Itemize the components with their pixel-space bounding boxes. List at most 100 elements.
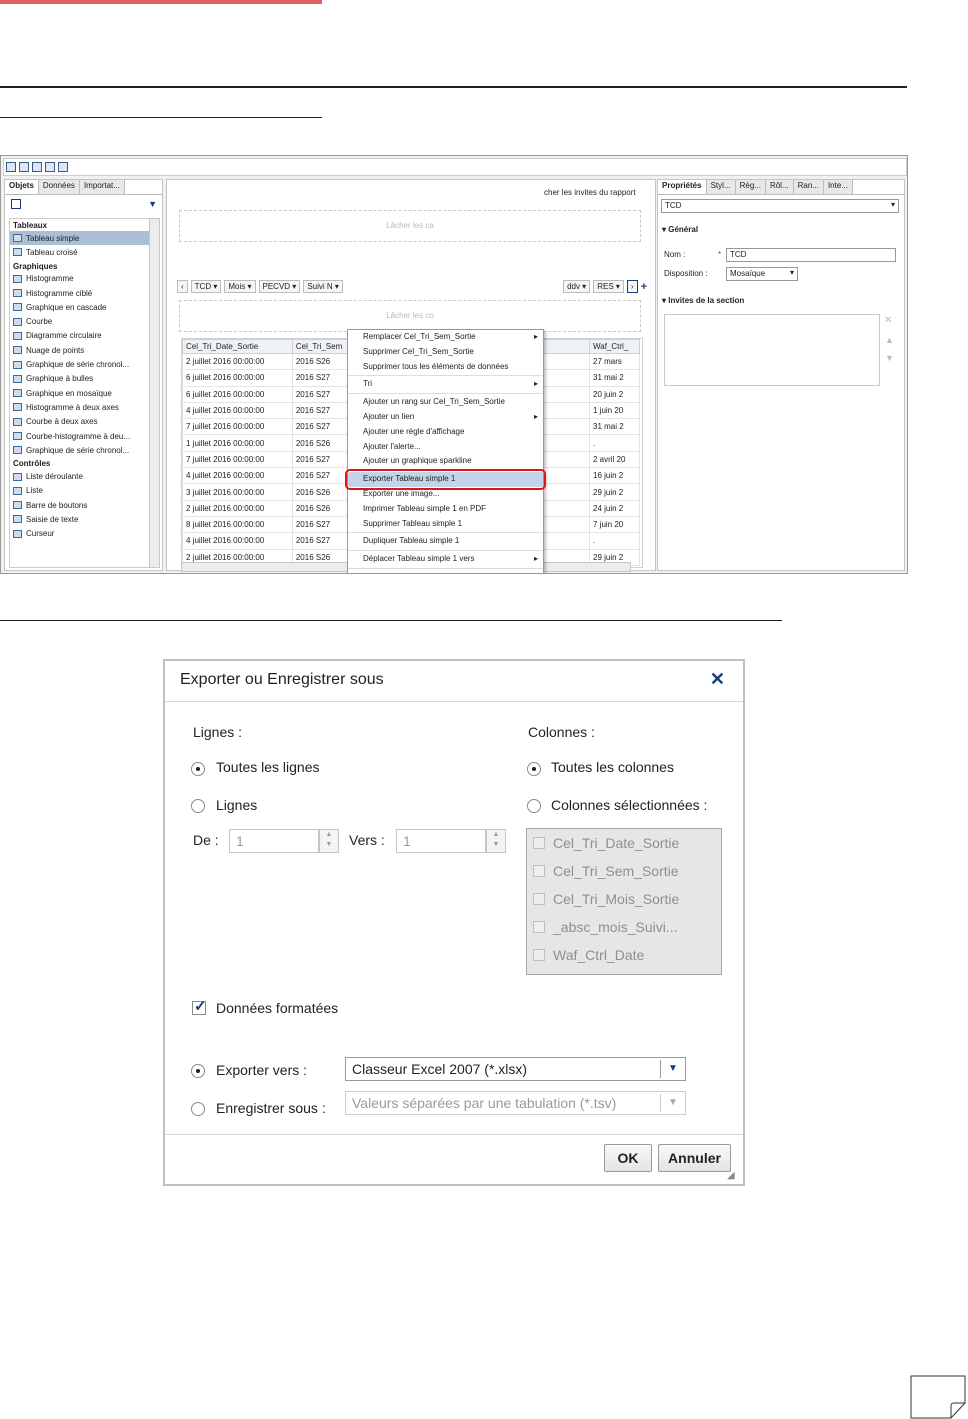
tree-item[interactable]: Diagramme circulaire [10,329,152,343]
tab-0[interactable]: Propriétés [658,180,707,194]
tab-5[interactable]: Inte... [823,180,853,194]
to-stepper[interactable]: ▲ ▼ [486,829,506,853]
print-icon[interactable] [45,162,55,172]
resize-grip-icon[interactable]: ◢ [727,1170,735,1181]
tree-item[interactable]: Tableau simple [10,231,152,246]
ok-button[interactable]: OK [604,1144,652,1172]
tree-item[interactable]: Tableau croisé [10,245,152,259]
table-header-cell[interactable]: Waf_Ctrl_ [589,339,640,354]
column-checkbox[interactable] [533,921,545,933]
column-option[interactable]: Cel_Tri_Sem_Sortie [527,857,721,885]
tree-item[interactable]: Courbe [10,314,152,328]
save-as-radio[interactable] [191,1102,205,1116]
scroll-right-icon[interactable]: › [626,280,638,293]
control-dropdown[interactable]: ddv ▾ [563,280,591,293]
menu-item[interactable]: Supprimer tous les éléments de données [348,360,543,375]
export-to-radio[interactable] [191,1064,205,1078]
menu-item[interactable]: Déplacer Tableau simple 1 vers ▸ [348,552,543,567]
tree-scrollbar[interactable] [149,218,160,568]
prompts-list[interactable] [664,314,880,386]
menu-item[interactable]: Dupliquer Tableau simple 1 [348,534,543,549]
name-input[interactable]: TCD [726,248,896,262]
menu-item[interactable]: Tri ▸ [348,377,543,392]
tree-item[interactable]: Saisie de texte [10,512,152,526]
tab-1[interactable]: Données [38,180,80,194]
tree-item[interactable]: Liste déroulante [10,469,152,483]
control-dropdown[interactable]: Mois ▾ [224,280,256,293]
menu-item[interactable]: Ajouter un lien ▸ [348,410,543,425]
all-columns-radio[interactable] [527,762,541,776]
control-dropdown[interactable]: Suivi N ▾ [303,280,343,293]
menu-item[interactable]: Exporter une image... [348,487,543,502]
tree-item[interactable]: Graphique en cascade [10,300,152,314]
tree-item[interactable]: Histogramme [10,272,152,286]
column-checkbox[interactable] [533,893,545,905]
menu-item[interactable]: Ajouter une règle d'affichage [348,425,543,440]
menu-item[interactable]: Supprimer Tableau simple 1 [348,517,543,532]
to-input[interactable]: 1 [396,829,486,853]
column-option[interactable]: Cel_Tri_Mois_Sortie [527,885,721,913]
insert-icon[interactable] [11,199,21,209]
tree-item[interactable]: Graphique en mosaïque [10,386,152,400]
from-input[interactable]: 1 [229,829,319,853]
table-header-cell[interactable]: Cel_Tri_Date_Sortie [182,339,293,354]
column-option[interactable]: Waf_Ctrl_Date [527,941,721,969]
tree-item[interactable]: Courbe-histogramme à deu... [10,429,152,443]
cancel-button[interactable]: Annuler [658,1144,731,1172]
from-stepper[interactable]: ▲ ▼ [319,829,339,853]
add-control-icon[interactable]: + [641,281,647,293]
object-select[interactable]: TCD ▾ [661,199,899,213]
menu-item[interactable]: Exporter Tableau simple 1 [345,469,546,490]
close-icon[interactable]: ✕ [710,669,725,690]
tree-item[interactable]: Histogramme ciblé [10,286,152,300]
menu-item[interactable]: Supprimer Cel_Tri_Sem_Sortie [348,345,543,360]
column-option[interactable]: Cel_Tri_Date_Sortie [527,829,721,857]
menu-item[interactable]: Ajouter un graphique sparkline [348,454,543,469]
export-format-select[interactable]: Classeur Excel 2007 (*.xlsx) ▼ [345,1057,686,1081]
selected-columns-radio[interactable] [527,799,541,813]
tab-2[interactable]: Importat... [79,180,125,194]
drop-zone-middle[interactable]: Lâcher les co [179,300,641,332]
column-option[interactable]: _absc_mois_Suivi... [527,913,721,941]
menu-item[interactable]: Remplacer Cel_Tri_Sem_Sortie ▸ [348,330,543,345]
scroll-left-icon[interactable]: ‹ [177,280,188,293]
tree-item[interactable]: Histogramme à deux axes [10,400,152,414]
tab-3[interactable]: Rôl... [765,180,794,194]
column-checkbox[interactable] [533,865,545,877]
menu-item[interactable]: Sélectionner tout [348,570,543,573]
filter-icon[interactable]: ▼ [148,199,157,209]
tab-0[interactable]: Objets [5,180,39,194]
save-icon[interactable] [32,162,42,172]
layout-select[interactable]: Mosaïque ▾ [726,267,798,281]
new-icon[interactable] [6,162,16,172]
menu-item[interactable]: Ajouter l'alerte... [348,440,543,455]
tab-2[interactable]: Règ... [735,180,766,194]
rows-range-radio[interactable] [191,799,205,813]
remove-icon[interactable]: ✕ [884,315,892,326]
tab-4[interactable]: Ran... [793,180,824,194]
formatted-data-checkbox[interactable]: ✓ [192,998,207,1015]
control-dropdown[interactable]: TCD ▾ [190,280,222,293]
tree-item[interactable]: Graphique de série chronol... [10,443,152,457]
tree-item[interactable]: Nuage de points [10,343,152,357]
open-icon[interactable] [19,162,29,172]
tree-item[interactable]: Barre de boutons [10,498,152,512]
control-dropdown[interactable]: RES ▾ [593,280,624,293]
view-icon[interactable] [58,162,68,172]
tree-item[interactable]: Courbe à deux axes [10,415,152,429]
all-rows-radio[interactable] [191,762,205,776]
menu-item[interactable]: Ajouter un rang sur Cel_Tri_Sem_Sortie [348,395,543,410]
tree-item[interactable]: Graphique de série chronol... [10,357,152,371]
drop-zone-top[interactable]: Lâcher les ca [179,210,641,242]
column-checkbox[interactable] [533,837,545,849]
save-format-select[interactable]: Valeurs séparées par une tabulation (*.t… [345,1091,686,1115]
move-down-icon[interactable]: ▼ [885,353,894,363]
menu-item[interactable]: Imprimer Tableau simple 1 en PDF [348,502,543,517]
tree-item[interactable]: Curseur [10,527,152,541]
move-up-icon[interactable]: ▲ [885,335,894,345]
column-checkbox[interactable] [533,949,545,961]
tree-item[interactable]: Graphique à bulles [10,372,152,386]
control-dropdown[interactable]: PECVD ▾ [258,280,301,293]
tab-1[interactable]: Styl... [706,180,736,194]
tree-item[interactable]: Liste [10,484,152,498]
